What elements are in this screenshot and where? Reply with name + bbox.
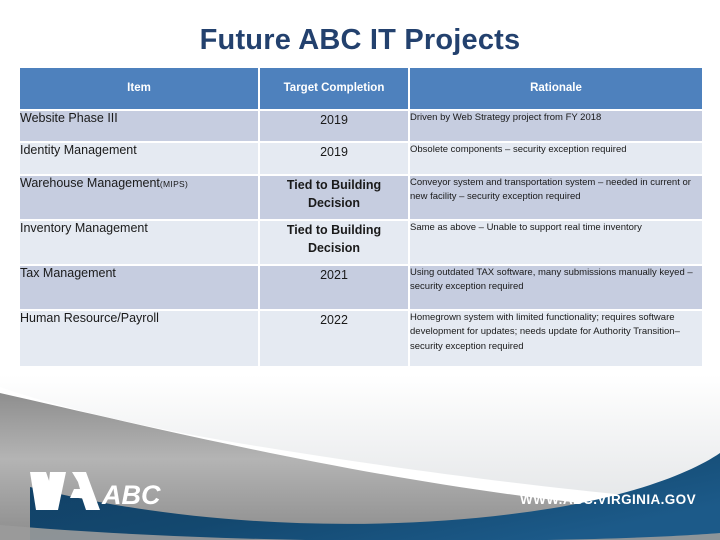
cell-item: Identity Management [20,143,258,174]
item-label: Website Phase III [20,111,118,125]
table-row: Website Phase III 2019 Driven by Web Str… [20,111,702,141]
table-row: Inventory Management Tied to Building De… [20,221,702,264]
cell-rationale: Obsolete components – security exception… [410,143,702,174]
column-header-rationale: Rationale [410,68,702,109]
cell-target: Tied to Building Decision [260,221,408,264]
table-row: Tax Management 2021 Using outdated TAX s… [20,266,702,309]
projects-table: Item Target Completion Rationale Website… [18,66,704,368]
cell-item: Website Phase III [20,111,258,141]
column-header-item: Item [20,68,258,109]
cell-rationale: Conveyor system and transportation syste… [410,176,702,219]
table-header-row: Item Target Completion Rationale [20,68,702,109]
logo-abc-text: ABC [101,480,161,510]
item-label: Inventory Management [20,221,148,235]
cell-rationale: Driven by Web Strategy project from FY 2… [410,111,702,141]
item-label: Human Resource/Payroll [20,311,159,325]
cell-target: 2019 [260,111,408,141]
footer-banner: ABC WWW.ABC.VIRGINIA.GOV [0,375,720,540]
cell-rationale: Same as above – Unable to support real t… [410,221,702,264]
cell-rationale: Using outdated TAX software, many submis… [410,266,702,309]
page-title: Future ABC IT Projects [199,24,521,56]
cell-target: 2021 [260,266,408,309]
cell-rationale: Homegrown system with limited functional… [410,311,702,366]
cell-item: Warehouse Management(MIPS) [20,176,258,219]
website-url: WWW.ABC.VIRGINIA.GOV [520,492,696,507]
cell-item: Human Resource/Payroll [20,311,258,366]
table-row: Human Resource/Payroll 2022 Homegrown sy… [20,311,702,366]
cell-target: 2019 [260,143,408,174]
cell-item: Tax Management [20,266,258,309]
item-label: Tax Management [20,266,116,280]
table-row: Warehouse Management(MIPS) Tied to Build… [20,176,702,219]
footer-swoosh-graphic [0,375,720,540]
column-header-target-completion: Target Completion [260,68,408,109]
cell-item: Inventory Management [20,221,258,264]
va-abc-logo: ABC [30,472,161,510]
item-label: Identity Management [20,143,137,157]
table-row: Identity Management 2019 Obsolete compon… [20,143,702,174]
item-label: Warehouse Management [20,176,160,190]
cell-target: Tied to Building Decision [260,176,408,219]
va-monogram-icon [30,472,100,510]
item-sublabel: (MIPS) [159,179,189,189]
cell-target: 2022 [260,311,408,366]
